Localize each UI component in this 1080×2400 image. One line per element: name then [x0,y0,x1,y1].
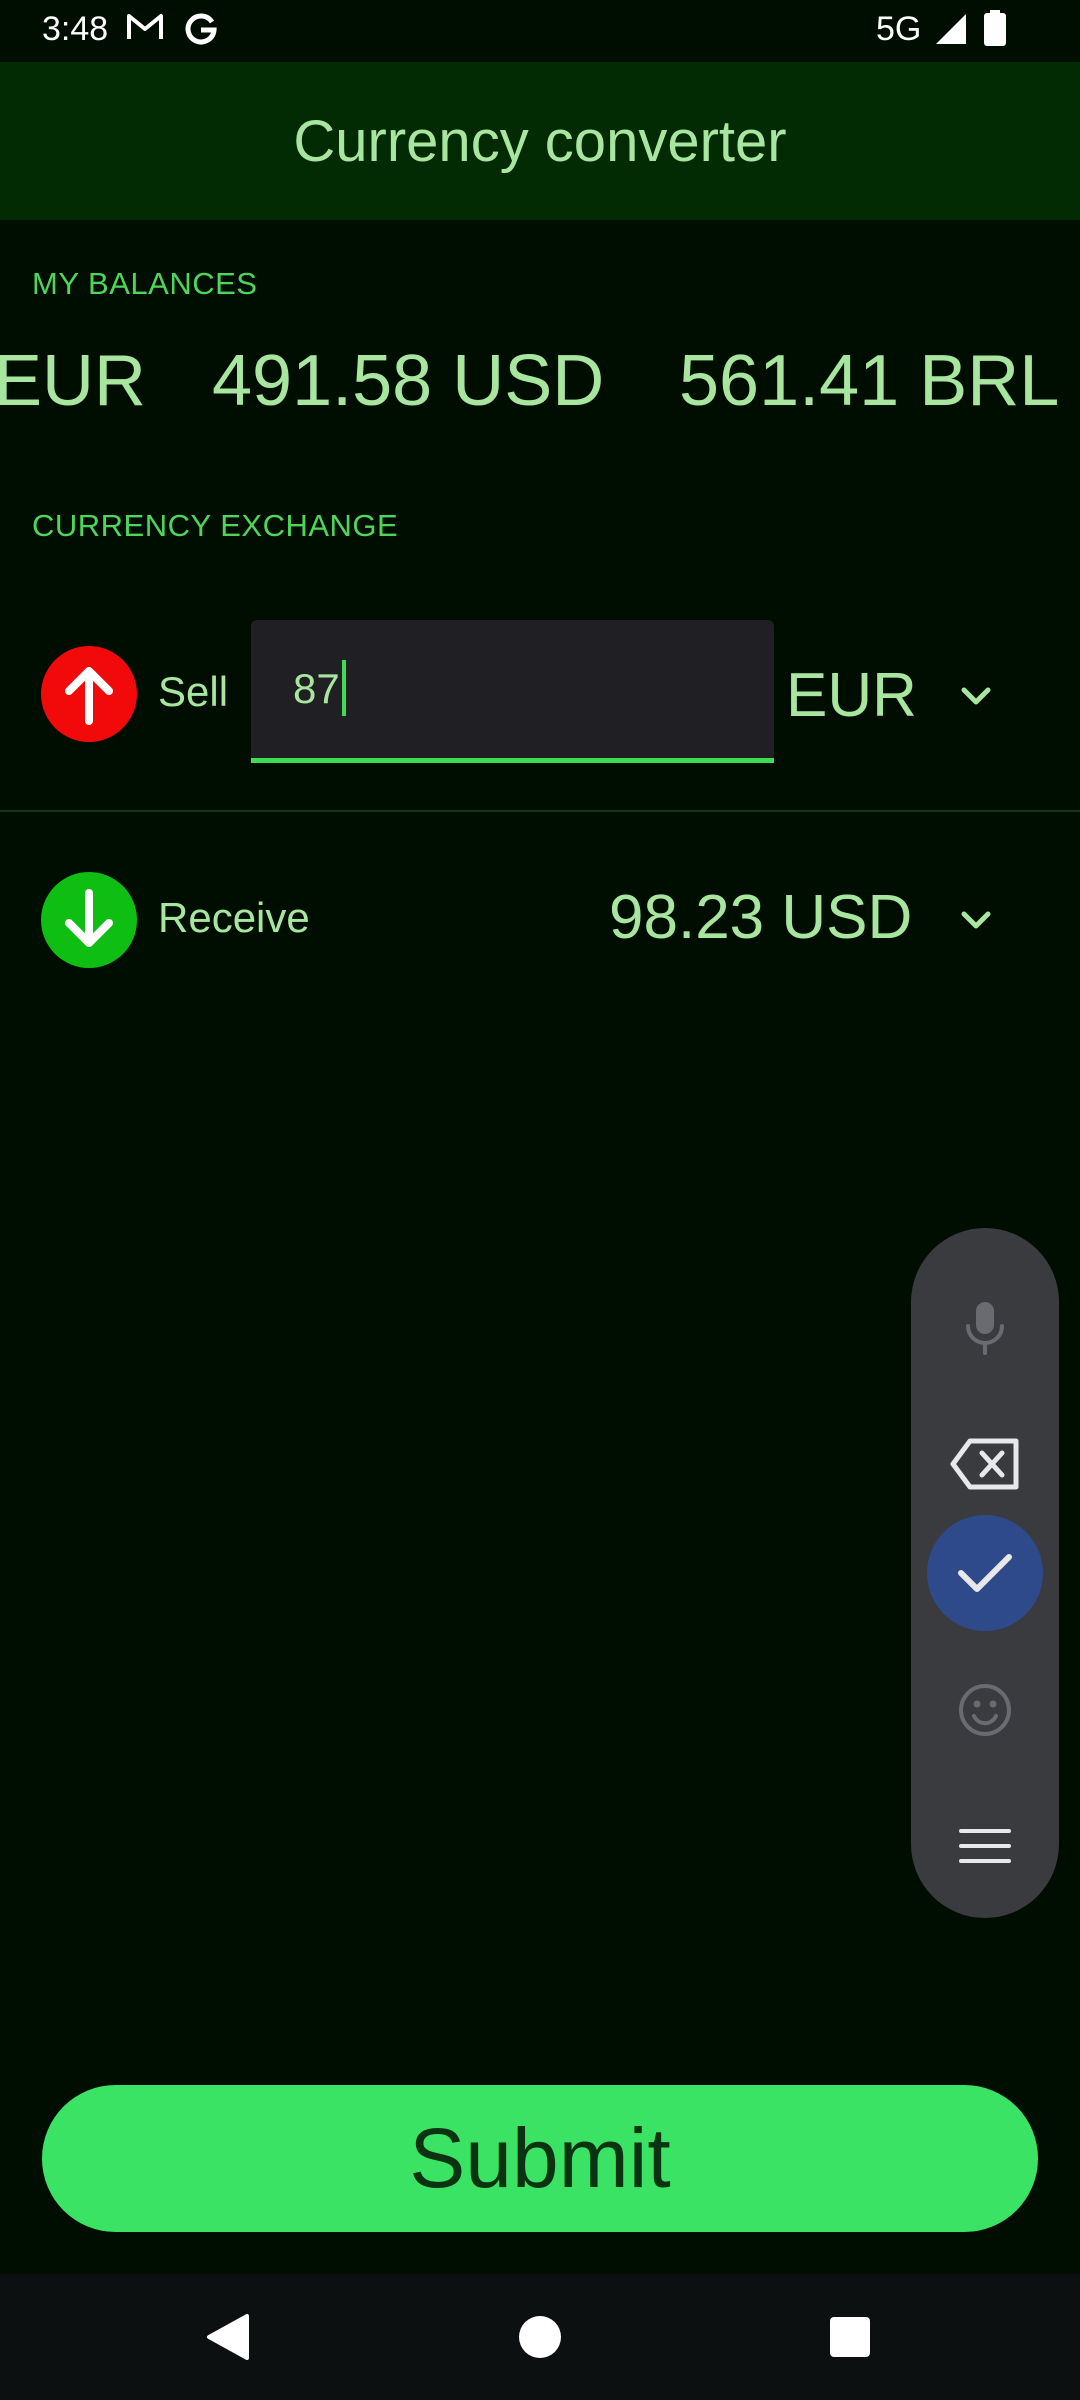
arrow-down-icon [41,872,137,968]
sell-amount-input[interactable]: 87 [251,620,774,763]
back-icon[interactable] [158,2274,298,2400]
submit-button[interactable]: Submit [42,2085,1038,2232]
chevron-down-icon[interactable] [956,676,996,716]
sell-amount-value: 87 [293,660,346,720]
balances-label: MY BALANCES [32,266,258,301]
app-bar: Currency converter [0,62,1080,220]
signal-icon [934,12,968,55]
keyboard-toolbar [911,1228,1059,1918]
receive-row: Receive 98.23 USD [0,872,1080,972]
gmail-icon [126,12,164,51]
home-icon[interactable] [470,2274,610,2400]
sell-row: Sell 87 EUR [0,620,1080,770]
network-type: 5G [876,10,922,48]
divider [0,810,1080,812]
emoji-icon[interactable] [927,1652,1043,1768]
mic-icon[interactable] [927,1270,1043,1386]
balances-carousel[interactable]: EUR 491.58 USD 561.41 BRL [0,340,1080,440]
receive-label: Receive [158,894,310,941]
backspace-icon[interactable] [927,1406,1043,1522]
battery-icon [984,10,1006,55]
google-icon [184,12,218,55]
balance-item: 491.58 USD [212,341,605,421]
exchange-label: CURRENCY EXCHANGE [32,508,399,543]
status-bar: 3:48 5G [0,0,1080,62]
sell-currency-select[interactable]: EUR [786,660,917,731]
receive-amount[interactable]: 98.23 USD [609,882,912,953]
sell-label: Sell [158,668,229,715]
menu-icon[interactable] [927,1788,1043,1904]
status-time: 3:48 [42,10,109,48]
arrow-up-icon [41,646,137,742]
recents-icon[interactable] [780,2274,920,2400]
chevron-down-icon[interactable] [956,900,996,940]
text-cursor [341,660,346,716]
balance-item: EUR [0,341,147,421]
navigation-bar [0,2274,1080,2400]
check-icon[interactable] [927,1515,1043,1631]
page-title: Currency converter [293,109,787,174]
balance-item: 561.41 BRL [679,341,1060,421]
